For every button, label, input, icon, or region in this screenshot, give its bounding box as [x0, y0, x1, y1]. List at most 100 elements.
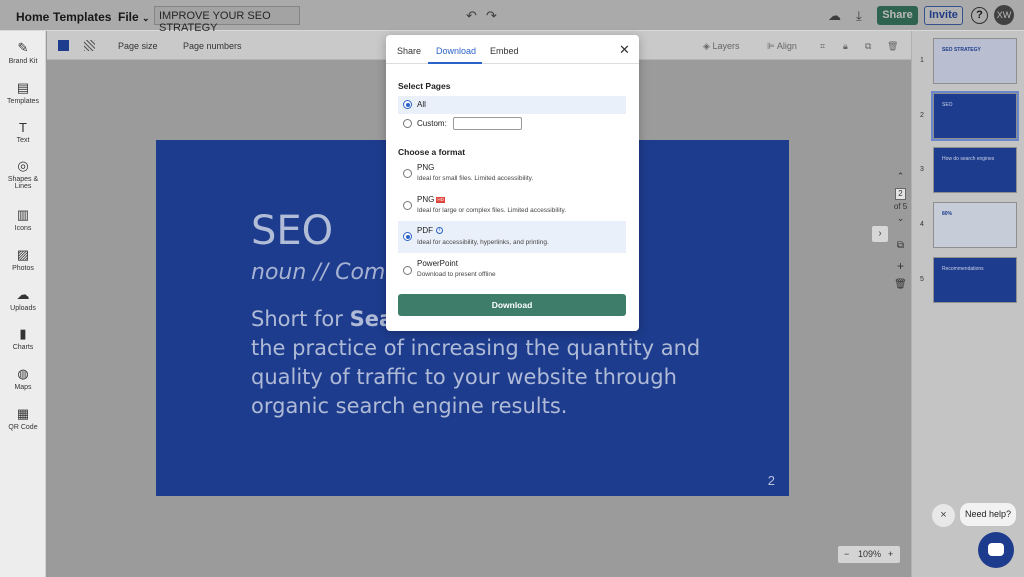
sidebar-item-label: Maps	[14, 384, 32, 391]
lock-icon[interactable]: 🔒︎	[843, 41, 848, 52]
thumb-number: 4	[920, 221, 924, 228]
sidebar-item-brand-kit[interactable]: ✎ Brand Kit	[0, 40, 46, 65]
page-size-button[interactable]: Page size	[118, 41, 158, 51]
thumb-number: 2	[920, 112, 924, 119]
modal-backdrop-top	[0, 0, 1024, 30]
hd-badge: HD	[436, 196, 445, 203]
slide-subheading[interactable]: noun // Com	[251, 260, 385, 285]
chart-icon: ▮	[19, 326, 27, 341]
thumb-text: How do search engines	[942, 156, 995, 162]
photos-icon: ▨	[16, 247, 30, 262]
all-label: All	[417, 100, 426, 109]
zoom-out-button[interactable]: −	[844, 549, 849, 559]
upload-icon: ☁	[16, 287, 30, 302]
close-icon[interactable]: ✕	[619, 42, 630, 58]
sidebar-item-maps[interactable]: ◍ Maps	[0, 366, 46, 391]
zoom-in-button[interactable]: +	[888, 549, 893, 559]
tab-embed[interactable]: Embed	[490, 46, 519, 56]
background-color-swatch[interactable]	[58, 40, 69, 51]
png-hd-description: Ideal for large or complex files. Limite…	[417, 207, 567, 214]
format-option-png[interactable]: PNG Ideal for small files. Limited acces…	[398, 160, 626, 186]
thumb-number: 1	[920, 57, 924, 64]
page-thumbnail[interactable]: SEO	[931, 91, 1019, 141]
sidebar-item-label: Text	[16, 137, 30, 144]
pdf-description: Ideal for accessibility, hyperlinks, and…	[417, 239, 549, 246]
powerpoint-radio[interactable]	[403, 266, 412, 275]
select-pages-heading: Select Pages	[398, 81, 451, 91]
sidebar-item-text[interactable]: T Text	[0, 120, 46, 144]
need-help-bubble[interactable]: Need help?	[960, 503, 1016, 526]
sidebar-item-label: Templates	[7, 98, 39, 105]
custom-radio[interactable]	[403, 119, 412, 128]
sidebar-item-charts[interactable]: ▮ Charts	[0, 326, 46, 351]
all-radio[interactable]	[403, 100, 412, 109]
sidebar-item-icons[interactable]: ▥ Icons	[0, 207, 46, 232]
add-page-icon[interactable]: +	[892, 259, 909, 273]
sidebar-item-label: Shapes & Lines	[7, 176, 39, 190]
body-text-rest: the practice of increasing the quantity …	[251, 336, 701, 418]
custom-pages-input[interactable]	[453, 117, 522, 130]
trash-icon[interactable]: 🗑︎	[887, 41, 898, 52]
pdf-text: PDF	[417, 226, 433, 235]
layers-button[interactable]: ◈ Layers	[703, 41, 739, 52]
crop-icon[interactable]: ⌗	[820, 41, 825, 52]
custom-label: Custom:	[417, 119, 447, 128]
close-help-button[interactable]: ×	[932, 504, 955, 527]
duplicate-icon[interactable]: ⧉	[865, 41, 871, 52]
chat-button[interactable]	[978, 532, 1014, 568]
thumb-text: SEO	[942, 102, 953, 108]
pages-option-custom[interactable]: Custom:	[398, 115, 626, 133]
thumb-text: Recommendations	[942, 266, 984, 272]
sidebar-item-label: Photos	[12, 265, 34, 272]
sidebar-item-qr-code[interactable]: ▦ QR Code	[0, 406, 46, 431]
page-thumbnail[interactable]: SEO STRATEGY	[933, 38, 1017, 84]
layers-label: Layers	[712, 41, 740, 51]
body-text-a: Short for	[251, 307, 350, 331]
sidebar-item-uploads[interactable]: ☁ Uploads	[0, 287, 46, 312]
text-icon: T	[19, 120, 27, 135]
png-description: Ideal for small files. Limited accessibi…	[417, 175, 534, 182]
current-page-input[interactable]: 2	[895, 188, 906, 200]
format-option-powerpoint[interactable]: PowerPoint Download to present offline	[398, 257, 626, 283]
sidebar-item-shapes-lines[interactable]: ◎ Shapes & Lines	[0, 158, 46, 190]
tab-download[interactable]: Download	[436, 46, 476, 56]
page-navigator: ⌃ 2 of 5 ⌄ ⧉ + 🗑︎	[892, 171, 909, 301]
duplicate-page-icon[interactable]: ⧉	[892, 240, 909, 251]
thumb-number: 3	[920, 166, 924, 173]
info-icon[interactable]: i	[436, 227, 443, 235]
download-button[interactable]: Download	[398, 294, 626, 316]
tab-share[interactable]: Share	[397, 46, 421, 56]
png-hd-radio[interactable]	[403, 201, 412, 210]
thumb-text: 80%	[942, 211, 953, 217]
chevron-up-icon[interactable]: ⌃	[892, 171, 909, 182]
icons-icon: ▥	[16, 207, 30, 222]
align-label: Align	[776, 41, 797, 51]
delete-page-icon[interactable]: 🗑︎	[892, 279, 909, 290]
page-thumbnail[interactable]: 80%	[933, 202, 1017, 248]
align-icon: ⊫	[767, 41, 775, 51]
sidebar-item-templates[interactable]: ▤ Templates	[0, 80, 46, 105]
pages-option-all[interactable]: All	[398, 96, 626, 114]
download-modal: Share Download Embed ✕ Select Pages All …	[386, 35, 639, 331]
templates-icon: ▤	[16, 80, 30, 95]
pdf-label: PDF i	[417, 226, 443, 235]
sidebar-item-label: QR Code	[8, 424, 38, 431]
page-thumbnail[interactable]: Recommendations	[933, 257, 1017, 303]
zoom-value[interactable]: 109%	[858, 549, 881, 559]
pdf-radio[interactable]	[403, 232, 412, 241]
sidebar-item-photos[interactable]: ▨ Photos	[0, 247, 46, 272]
page-thumbnail[interactable]: How do search engines	[933, 147, 1017, 193]
png-radio[interactable]	[403, 169, 412, 178]
layers-icon: ◈	[703, 41, 710, 51]
format-option-png-hd[interactable]: PNG HD Ideal for large or complex files. …	[398, 192, 626, 218]
pattern-icon[interactable]	[84, 40, 95, 51]
sidebar-item-label: Charts	[12, 344, 34, 351]
slide-heading[interactable]: SEO	[251, 208, 333, 254]
chevron-down-icon[interactable]: ⌄	[892, 213, 909, 224]
chat-icon	[988, 543, 1004, 556]
sidebar-item-label: Brand Kit	[8, 58, 38, 65]
align-button[interactable]: ⊫ Align	[767, 41, 797, 52]
format-option-pdf[interactable]: PDF i Ideal for accessibility, hyperlinks…	[398, 221, 626, 253]
page-numbers-button[interactable]: Page numbers	[183, 41, 242, 51]
chevron-right-icon[interactable]: ›	[872, 226, 888, 242]
